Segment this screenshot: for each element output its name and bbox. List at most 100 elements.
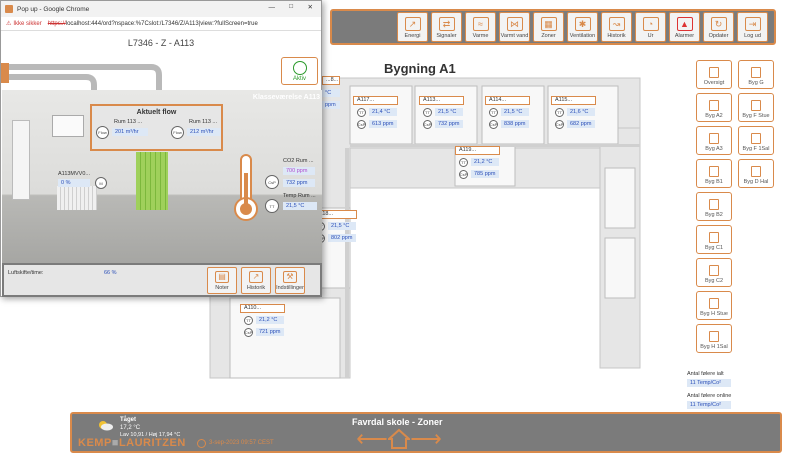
nav-byg-h-stue-button[interactable]: Byg H Stue bbox=[696, 291, 732, 320]
co2-setpoint: 700 ppm bbox=[283, 167, 315, 175]
room-temp: 21,5 °C bbox=[328, 222, 356, 230]
toolbar-label: Historik bbox=[607, 33, 626, 39]
room-name[interactable]: A110... bbox=[240, 304, 285, 313]
room-temp: 21,5 °C bbox=[501, 108, 529, 116]
air-change-label: Luftskifte/time: bbox=[8, 270, 44, 276]
co2-tag: CsP bbox=[244, 328, 253, 337]
nav-byg-a2-button[interactable]: Byg A2 bbox=[696, 93, 732, 122]
temp-tag: TT bbox=[489, 108, 498, 117]
sensor-online-value: 11 Temp/Co² bbox=[687, 401, 731, 409]
flow1-label: Rum 113 ... bbox=[114, 119, 143, 125]
damper-value: 0 % bbox=[58, 179, 90, 187]
back-arrow-icon[interactable]: ⟵ bbox=[356, 428, 388, 450]
document-icon bbox=[709, 265, 719, 276]
active-label: Aktiv bbox=[292, 76, 306, 82]
popup-noter-button[interactable]: ▤ Noter bbox=[207, 267, 237, 294]
nav-byg-f-1sal-button[interactable]: Byg F 1Sal bbox=[738, 126, 774, 155]
co2-tag: CsP bbox=[265, 175, 279, 189]
nav-byg-b2-button[interactable]: Byg B2 bbox=[696, 192, 732, 221]
nav-byg-g-button[interactable]: Byg G bbox=[738, 60, 774, 89]
popup-indstillinger-button[interactable]: ⚒ Indstillinger bbox=[275, 267, 305, 294]
active-clock-icon bbox=[292, 61, 307, 75]
room-name[interactable]: A114... bbox=[485, 96, 530, 105]
close-icon[interactable]: ✕ bbox=[308, 3, 313, 11]
room-co2-partial: ppm bbox=[322, 101, 340, 109]
co2-tag: CsP bbox=[423, 120, 432, 129]
document-icon bbox=[709, 331, 719, 342]
nav-byg-d-hal-button[interactable]: Byg D Hal bbox=[738, 159, 774, 188]
flow1-value: 201 m³/hr bbox=[112, 128, 148, 136]
fan-icon: ✱ bbox=[574, 17, 591, 31]
document-icon bbox=[751, 100, 761, 111]
toolbar-opdater-button[interactable]: ↻ Opdater bbox=[703, 12, 734, 42]
document-icon bbox=[709, 298, 719, 309]
room-name[interactable]: A119... bbox=[455, 146, 500, 155]
address-bar[interactable]: ⚠ Ikke sikker https://localhost:444/ord?… bbox=[1, 17, 321, 31]
nav-byg-b1-button[interactable]: Byg B1 bbox=[696, 159, 732, 188]
signals-icon: ⇄ bbox=[438, 17, 455, 31]
flow2-tag: Flow bbox=[171, 126, 184, 139]
room-co2: 802 ppm bbox=[328, 234, 356, 242]
toolbar-historik-button[interactable]: ↝ Historik bbox=[601, 12, 632, 42]
minimize-icon[interactable]: — bbox=[269, 4, 276, 11]
datetime: 3-sep-2023 09:57 CEST bbox=[209, 440, 274, 446]
history-icon: ↝ bbox=[608, 17, 625, 31]
nav-oversigt-button[interactable]: Oversigt bbox=[696, 60, 732, 89]
room-name-partial[interactable]: ...8... bbox=[322, 76, 340, 85]
nav-byg-c1-button[interactable]: Byg C1 bbox=[696, 225, 732, 254]
toolbar-zoner-button[interactable]: ▦ Zoner bbox=[533, 12, 564, 42]
toolbar-alarmer-button[interactable]: ▲ Alarmer bbox=[669, 12, 700, 42]
popup-footer: Luftskifte/time: 66 % ▤ Noter ↗ Historik ⚒ In… bbox=[2, 263, 322, 297]
main-toolbar: ↗ Energi ⇄ Signaler ≈ Varme ⋈ Varmt vand ▦ Zoner ✱… bbox=[330, 9, 776, 45]
bottom-bar: Tåget 17,2 °C Lav 10,91 / Høj 17,94 °C K… bbox=[70, 412, 782, 453]
temp-label: Temp Rum ... bbox=[283, 193, 316, 199]
document-icon bbox=[709, 67, 719, 78]
active-status-button[interactable]: Aktiv bbox=[281, 57, 318, 85]
company-logo: KEMP■LAURITZEN bbox=[78, 437, 186, 449]
chart-icon: ↗ bbox=[404, 17, 421, 31]
nav-label: Byg F 1Sal bbox=[742, 146, 770, 152]
room-co2: 785 ppm bbox=[471, 170, 499, 178]
popup-historik-button[interactable]: ↗ Historik bbox=[241, 267, 271, 294]
settings-tools-icon: ⚒ bbox=[283, 271, 297, 283]
refresh-icon: ↻ bbox=[710, 17, 727, 31]
toolbar-ur-button[interactable]: ◔ Ur bbox=[635, 12, 666, 42]
toolbar-energi-button[interactable]: ↗ Energi bbox=[397, 12, 428, 42]
co2-tag: CsP bbox=[489, 120, 498, 129]
room-temp: 21,5 °C bbox=[435, 108, 463, 116]
popup-action-buttons: ▤ Noter ↗ Historik ⚒ Indstillinger bbox=[207, 267, 305, 294]
temp-tag: TT bbox=[357, 108, 366, 117]
room-co2: 613 ppm bbox=[369, 120, 397, 128]
nav-byg-a3-button[interactable]: Byg A3 bbox=[696, 126, 732, 155]
room-name[interactable]: A113... bbox=[419, 96, 464, 105]
window-titlebar: Pop up - Google Chrome — □ ✕ bbox=[1, 1, 321, 17]
toolbar-log-ud-button[interactable]: ⇥ Log ud bbox=[737, 12, 768, 42]
room-name[interactable]: A115... bbox=[551, 96, 596, 105]
history-chart-icon: ↗ bbox=[249, 271, 263, 283]
toolbar-varmt-vand-button[interactable]: ⋈ Varmt vand bbox=[499, 12, 530, 42]
popup-button-label: Noter bbox=[215, 285, 229, 291]
toolbar-label: Log ud bbox=[744, 33, 761, 39]
nav-byg-c2-button[interactable]: Byg C2 bbox=[696, 258, 732, 287]
toolbar-label: Varmt vand bbox=[500, 33, 529, 39]
home-icon[interactable] bbox=[386, 428, 412, 450]
toolbar-label: Alarmer bbox=[674, 33, 695, 39]
toolbar-signaler-button[interactable]: ⇄ Signaler bbox=[431, 12, 462, 42]
room-temp: 21,4 °C bbox=[369, 108, 397, 116]
co2-tag: CsP bbox=[555, 120, 564, 129]
flow1-tag: Flow bbox=[96, 126, 109, 139]
temp-tag: TT bbox=[459, 158, 468, 167]
toolbar-ventilation-button[interactable]: ✱ Ventilation bbox=[567, 12, 598, 42]
room-name[interactable]: A117... bbox=[353, 96, 398, 105]
popup-button-label: Historik bbox=[246, 285, 266, 291]
flow-panel: Aktuelt flow Rum 113 ... Flow 201 m³/hr … bbox=[90, 104, 223, 151]
nav-label: Byg G bbox=[748, 80, 764, 86]
maximize-icon[interactable]: □ bbox=[289, 3, 293, 10]
forward-arrow-icon[interactable]: ⟶ bbox=[410, 428, 442, 450]
nav-byg-f-stue-button[interactable]: Byg F Stue bbox=[738, 93, 774, 122]
url-text: localhost:444/ord?nspace:%7Cslot:/L7346/… bbox=[65, 20, 258, 27]
toolbar-varme-button[interactable]: ≈ Varme bbox=[465, 12, 496, 42]
nav-byg-h-1sal-button[interactable]: Byg H 1Sal bbox=[696, 324, 732, 353]
nav-label: Byg B1 bbox=[705, 179, 723, 185]
app-icon bbox=[5, 5, 13, 13]
